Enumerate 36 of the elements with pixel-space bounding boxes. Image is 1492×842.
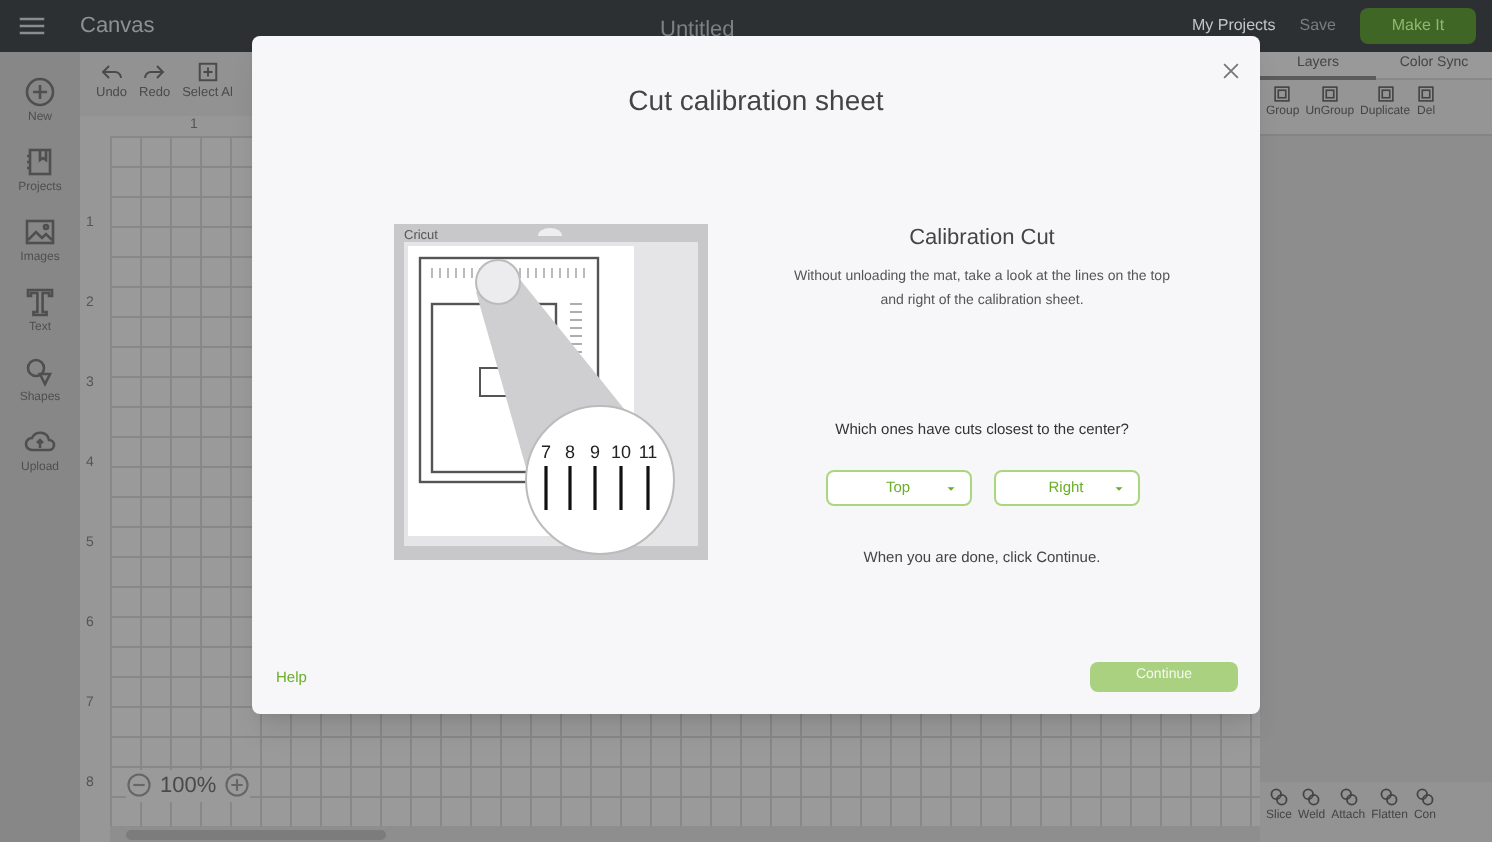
zoom-level: 100% [160,771,217,801]
plus-square-icon [195,60,220,84]
scale-number: 11 [638,442,658,462]
scale-number: 10 [611,442,631,462]
image-icon [24,216,56,248]
dialog-title: Cut calibration sheet [626,82,886,120]
scrollbar[interactable] [126,829,386,839]
caret-icon [943,481,957,496]
layers-square-icon [1375,84,1396,104]
overlap-circles-icon [1300,786,1323,808]
layers-square-icon [1319,84,1340,104]
overlap-circles-icon [1413,786,1436,808]
make-it-button[interactable]: Make It [1360,8,1476,44]
section-label: Canvas [80,11,155,42]
document-title: Untitled [660,16,735,46]
undo-icon [99,60,124,84]
scale-number: 7 [541,442,551,462]
overlap-circles-icon [1337,786,1360,808]
layers-square-icon [1272,84,1293,104]
close-icon[interactable] [1220,60,1242,82]
projects-link[interactable]: My Projects [1191,14,1276,38]
plus-circle-icon [24,76,56,108]
zoom-in-icon [224,772,251,799]
overlap-circles-icon [1268,786,1290,808]
letter-t-icon [24,286,56,318]
section-heading: Calibration Cut [909,224,1055,254]
overlap-circles-icon [1378,786,1401,808]
zoom-out-icon [126,772,152,799]
layers-square-icon [1416,84,1437,104]
shapes-icon [23,356,56,388]
caret-icon [1111,481,1125,496]
menu-icon[interactable] [16,12,48,40]
scale-number: 9 [590,442,600,462]
scale-number: 8 [565,442,575,462]
redo-icon [142,60,167,84]
notebook-icon [24,146,56,178]
